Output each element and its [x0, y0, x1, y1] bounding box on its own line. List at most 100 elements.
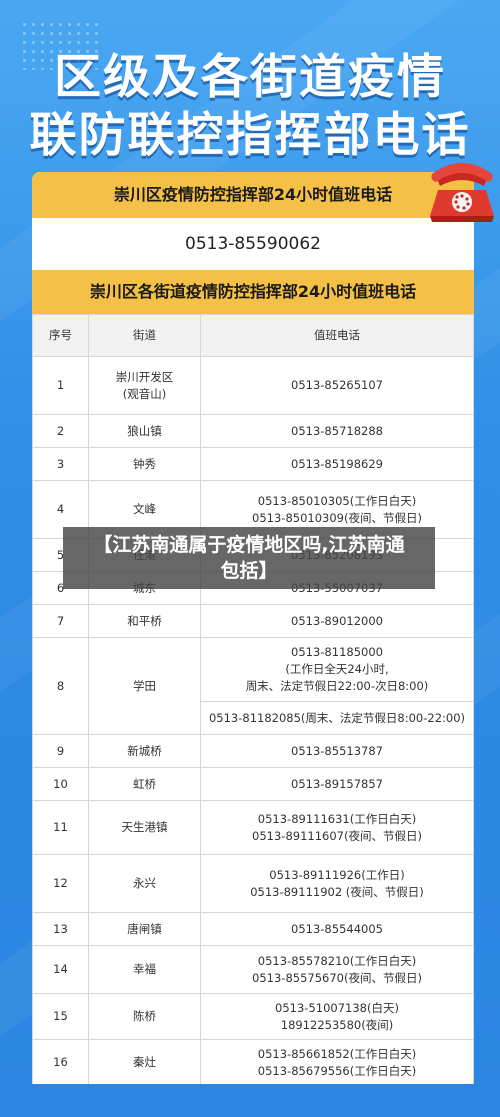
caption-line2: 包括】 — [220, 560, 278, 582]
duty-phone-line: 0513-89012000 — [291, 613, 383, 628]
duty-phone-line: 0513-89111926(工作日) — [269, 867, 405, 882]
row-number: 2 — [32, 414, 89, 448]
duty-phone: 0513-51007138(白天) 18912253580(夜间) — [200, 993, 474, 1040]
street-name: 唐闸镇 — [88, 912, 201, 946]
duty-phone: 0513-85718288 — [200, 414, 474, 448]
row-number: 16 — [32, 1039, 89, 1084]
row-number: 13 — [32, 912, 89, 946]
column-header-no: 序号 — [32, 314, 89, 357]
duty-phone-line: 0513-85575670(夜间、节假日) — [252, 970, 422, 985]
street-name-line: 永兴 — [133, 876, 156, 890]
duty-phone-line: 18912253580(夜间) — [280, 1017, 394, 1032]
duty-phone-line: 0513-85513787 — [291, 743, 383, 758]
row-number: 12 — [32, 854, 89, 913]
street-name: 狼山镇 — [88, 414, 201, 448]
street-name-line: 钟秀 — [133, 456, 156, 471]
table-row: 8 学田 0513-81185000 (工作日全天24小时, 周末、法定节假日22:00… — [32, 637, 474, 735]
streets-table: 序号 街道 值班电话 1 崇川开发区 (观音山) 0513-85265107 2 狼山镇 0… — [32, 314, 474, 1084]
row-number: 3 — [32, 447, 89, 481]
table-row: 9 新城桥 0513-85513787 — [32, 734, 474, 768]
table-row: 3 钟秀 0513-85198629 — [32, 447, 474, 481]
row-number: 11 — [32, 800, 89, 855]
street-name-line: 新城桥 — [127, 743, 162, 758]
row-number: 15 — [32, 993, 89, 1040]
duty-phone-line: 0513-89157857 — [291, 776, 383, 791]
duty-phone-line: 0513-85010309(夜间、节假日) — [252, 510, 422, 525]
row-number: 8 — [32, 637, 89, 735]
street-name-line: 幸福 — [133, 962, 156, 976]
table-row: 11 天生港镇 0513-89111631(工作日白天) 0513-89111607(… — [32, 800, 474, 855]
table-row: 14 幸福 0513-85578210(工作日白天) 0513-85575670(夜间… — [32, 945, 474, 994]
duty-phone: 0513-89111631(工作日白天) 0513-89111607(夜间、节假日… — [200, 800, 474, 855]
row-number: 10 — [32, 767, 89, 801]
duty-phone: 0513-85265107 — [200, 356, 474, 415]
table-header-row: 序号 街道 值班电话 — [32, 314, 474, 357]
street-name: 陈桥 — [88, 993, 201, 1040]
duty-phone: 0513-85661852(工作日白天) 0513-85679556(工作日白天) — [200, 1039, 474, 1084]
street-name: 天生港镇 — [88, 800, 201, 855]
street-name: 虹桥 — [88, 767, 201, 801]
duty-phone-line: 0513-85718288 — [291, 423, 383, 438]
row-number: 14 — [32, 945, 89, 994]
duty-phone-line: 0513-89111607(夜间、节假日) — [252, 828, 422, 843]
table-row: 12 永兴 0513-89111926(工作日) 0513-89111902 (夜间、… — [32, 854, 474, 913]
street-name-line: 狼山镇 — [127, 423, 162, 438]
duty-phone-line: 0513-85010305(工作日白天) — [257, 493, 417, 508]
duty-phone-line: 0513-85544005 — [291, 921, 383, 936]
duty-phone-line: 周末、法定节假日22:00-次日8:00) — [245, 679, 429, 693]
duty-phone-line: (工作日全天24小时, — [285, 662, 389, 676]
street-name: 秦灶 — [88, 1039, 201, 1084]
duty-phone: 0513-89111926(工作日) 0513-89111902 (夜间、节假日) — [200, 854, 474, 913]
street-name-line: 陈桥 — [133, 1009, 156, 1023]
caption-overlay: 【江苏南通属于疫情地区吗,江苏南通 包括】 — [63, 527, 435, 589]
street-name-line: 崇川开发区 — [115, 369, 174, 384]
street-name: 幸福 — [88, 945, 201, 994]
street-name-line: 和平桥 — [127, 613, 162, 628]
row-number: 1 — [32, 356, 89, 415]
duty-phone-line: 0513-89111631(工作日白天) — [257, 811, 417, 826]
table-row: 2 狼山镇 0513-85718288 — [32, 414, 474, 448]
street-name: 和平桥 — [88, 604, 201, 638]
table-row: 7 和平桥 0513-89012000 — [32, 604, 474, 638]
duty-phone-line: 0513-85198629 — [291, 456, 383, 471]
street-name-line: (观音山) — [122, 386, 167, 401]
street-name: 钟秀 — [88, 447, 201, 481]
duty-phone-line: 0513-85679556(工作日白天) — [257, 1063, 417, 1078]
duty-phone-line: 0513-81185000 — [291, 645, 383, 659]
duty-phone: 0513-85544005 — [200, 912, 474, 946]
street-name-line: 天生港镇 — [121, 820, 168, 834]
street-name: 崇川开发区 (观音山) — [88, 356, 201, 415]
duty-phone: 0513-89157857 — [200, 767, 474, 801]
street-name-line: 学田 — [133, 678, 156, 693]
table-row: 16 秦灶 0513-85661852(工作日白天) 0513-85679556(工作… — [32, 1039, 474, 1084]
district-heading: 崇川区疫情防控指挥部24小时值班电话 — [32, 172, 474, 218]
street-name-line: 文峰 — [133, 502, 156, 516]
street-name: 新城桥 — [88, 734, 201, 768]
street-name: 永兴 — [88, 854, 201, 913]
duty-phone-line: 0513-89111902 (夜间、节假日) — [250, 884, 424, 899]
duty-phone-line: 0513-85265107 — [291, 378, 383, 392]
table-row: 13 唐闸镇 0513-85544005 — [32, 912, 474, 946]
telephone-icon — [430, 163, 494, 222]
district-phone: 0513-85590062 — [185, 234, 321, 254]
duty-phone-line: 0513-85578210(工作日白天) — [257, 953, 417, 968]
duty-phone: 0513-89012000 — [200, 604, 474, 638]
street-name-line: 虹桥 — [133, 776, 156, 791]
street-name: 学田 — [88, 637, 201, 735]
table-row: 1 崇川开发区 (观音山) 0513-85265107 — [32, 356, 474, 415]
duty-phone: 0513-85513787 — [200, 734, 474, 768]
streets-heading: 崇川区各街道疫情防控指挥部24小时值班电话 — [32, 270, 474, 314]
duty-phone: 0513-85198629 — [200, 447, 474, 481]
street-name-line: 秦灶 — [133, 1055, 156, 1069]
column-header-phone: 值班电话 — [200, 314, 474, 357]
info-card: 崇川区疫情防控指挥部24小时值班电话 0513-85590062 崇川区各街道疫… — [32, 172, 474, 1084]
duty-phone: 0513-81185000 (工作日全天24小时, 周末、法定节假日22:00-次日… — [200, 637, 474, 702]
caption-line1: 【江苏南通属于疫情地区吗,江苏南通 — [93, 534, 405, 556]
duty-phone-line: 0513-85661852(工作日白天) — [257, 1046, 417, 1061]
row-number: 9 — [32, 734, 89, 768]
table-row: 10 虹桥 0513-89157857 — [32, 767, 474, 801]
column-header-street: 街道 — [88, 314, 201, 357]
table-row: 15 陈桥 0513-51007138(白天) 18912253580(夜间) — [32, 993, 474, 1040]
duty-phone: 0513-85578210(工作日白天) 0513-85575670(夜间、节假日… — [200, 945, 474, 994]
duty-phone-line: 0513-51007138(白天) — [275, 1000, 399, 1015]
